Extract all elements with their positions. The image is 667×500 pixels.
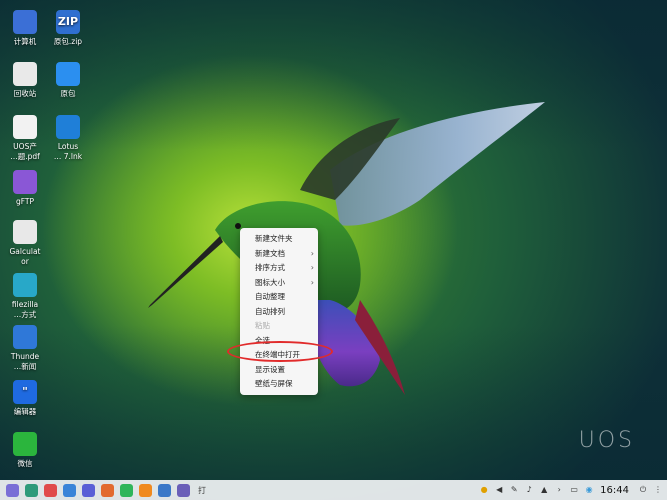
desktop-icon-wechat[interactable]: 微信 [0, 432, 50, 469]
trash-icon [13, 62, 37, 86]
context-menu-item[interactable]: 全选 [240, 334, 318, 349]
desktop-icon-folder[interactable]: 原包 [43, 62, 93, 99]
editor-icon: " [13, 380, 37, 404]
submenu-arrow-icon: › [310, 263, 314, 272]
context-menu-item[interactable]: 排序方式 › [240, 261, 318, 276]
context-menu-item[interactable]: 显示设置 [240, 363, 318, 378]
context-menu-item-label: 显示设置 [255, 364, 285, 374]
context-menu-item-label: 在终端中打开 [255, 350, 300, 359]
settings-icon[interactable] [177, 483, 190, 497]
context-menu-item[interactable]: 图标大小 › [240, 276, 318, 291]
pdf-file-icon [13, 115, 37, 139]
network-icon[interactable]: ▲ [539, 485, 549, 495]
desktop-icon-label: Thunde …新闻 [10, 352, 40, 371]
context-menu-item-label: 粘贴 [255, 321, 270, 330]
desktop-icon-filezilla[interactable]: filezilla …方式 [0, 273, 50, 320]
archive-icon[interactable] [139, 483, 152, 497]
desktop-icon-label: gFTP [15, 197, 35, 206]
desktop-icon-label: Lotus … 7.lnk [53, 142, 83, 161]
show-desktop-icon[interactable]: ⋮ [653, 485, 663, 495]
desktop-icon-lotus-shortcut[interactable]: Lotus … 7.lnk [43, 115, 93, 162]
submenu-arrow-icon: › [310, 248, 314, 258]
desktop-icon-label: 原包 [60, 89, 76, 98]
context-menu-item[interactable]: 自动整理 [240, 290, 318, 305]
zip-file-icon: ZIP [56, 10, 80, 34]
context-menu-item-label: 自动排列 [255, 306, 285, 316]
computer-icon [13, 10, 37, 34]
calculator-icon [13, 220, 37, 244]
desktop-icon-label: 微信 [17, 459, 33, 468]
app-store-icon[interactable] [44, 483, 57, 497]
taskbar-text-badge[interactable]: 打 [198, 485, 206, 496]
desktop-icon-editor[interactable]: " 编辑器 [0, 380, 50, 417]
hummingbird-wallpaper-image [148, 102, 545, 395]
uos-wallpaper-logo: UOS [578, 428, 635, 453]
power-icon[interactable]: ⏻ [638, 485, 648, 495]
notification-bell-icon[interactable]: ♪ [524, 485, 534, 495]
desktop-icon-thunderbird[interactable]: Thunde …新闻 [0, 325, 50, 372]
thunderbird-icon [13, 325, 37, 349]
taskbar: 打 ● ◀ ✎ ♪ ▲ › ▭ ◉ 16:44 ⏻ ⋮ [0, 480, 667, 500]
context-menu-item[interactable]: 在终端中打开 [240, 348, 318, 363]
system-tray: ● ◀ ✎ ♪ ▲ › ▭ ◉ 16:44 ⏻ ⋮ [474, 480, 663, 500]
context-menu-item-label: 图标大小 [255, 277, 285, 287]
wechat-icon [13, 432, 37, 456]
context-menu-item-label: 全选 [255, 335, 270, 345]
multitask-icon[interactable] [25, 483, 38, 497]
desktop-icon-label: 编辑器 [13, 407, 37, 416]
desktop-icon-label: 原包.zip [53, 37, 83, 46]
filezilla-icon [13, 273, 37, 297]
gftp-icon [13, 170, 37, 194]
desktop-icon-label: filezilla …方式 [11, 300, 39, 319]
submenu-arrow-icon: › [310, 277, 314, 287]
folder-icon [56, 62, 80, 86]
lotus-shortcut-icon [56, 115, 80, 139]
desktop-icon-label: Galculat or [9, 247, 41, 266]
context-menu-item-label: 新建文档 [255, 248, 285, 258]
expand-tray-chevron-icon[interactable]: › [554, 485, 564, 495]
context-menu-item[interactable]: 自动排列 [240, 305, 318, 320]
keyboard-icon[interactable]: ▭ [569, 485, 579, 495]
input-method-icon[interactable]: ● [479, 485, 489, 495]
desktop-context-menu: 新建文件夹新建文档 › 排序方式 › 图标大小 › 自动整理自动排列粘贴全选在终端中打开 显示… [240, 228, 318, 395]
document-viewer-icon[interactable] [158, 483, 171, 497]
pen-icon[interactable]: ✎ [509, 485, 519, 495]
file-manager-icon[interactable] [63, 483, 76, 497]
weather-icon[interactable]: ◉ [584, 485, 594, 495]
context-menu-item-label: 新建文件夹 [255, 234, 293, 243]
volume-icon[interactable]: ◀ [494, 485, 504, 495]
music-icon[interactable] [120, 483, 133, 497]
desktop-icon-calculator[interactable]: Galculat or [0, 220, 50, 267]
context-menu-item-label: 自动整理 [255, 292, 285, 301]
context-menu-item[interactable]: 新建文档 › [240, 247, 318, 262]
taskbar-clock[interactable]: 16:44 [600, 485, 629, 496]
context-menu-item-label: 壁纸与屏保 [255, 379, 293, 388]
desktop-icon-gftp[interactable]: gFTP [0, 170, 50, 207]
desktop-icon-zip-file[interactable]: ZIP 原包.zip [43, 10, 93, 47]
context-menu-item: 粘贴 [240, 319, 318, 334]
context-menu-item[interactable]: 壁纸与屏保 [240, 377, 318, 392]
browser-icon[interactable] [82, 483, 95, 497]
context-menu-item[interactable]: 新建文件夹 [240, 232, 318, 247]
taskbar-apps [0, 483, 190, 497]
context-menu-item-label: 排序方式 [255, 263, 285, 272]
image-viewer-icon[interactable] [101, 483, 114, 497]
launcher-icon[interactable] [6, 483, 19, 497]
